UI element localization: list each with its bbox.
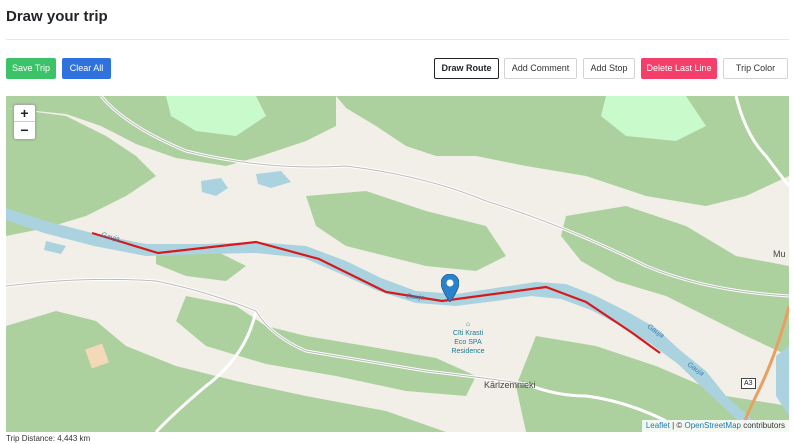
- road-shield-a3: A3: [741, 378, 756, 389]
- zoom-control: + −: [13, 104, 36, 140]
- map-tiles: [6, 96, 789, 432]
- zoom-out-button[interactable]: −: [14, 122, 35, 139]
- map[interactable]: + − ⌂ Cīti Krasti Eco SPA Residence Kārl…: [6, 96, 789, 432]
- page-title: Draw your trip: [6, 8, 108, 25]
- attribution-contributors: contributors: [740, 421, 785, 430]
- place-label-mu: Mu: [773, 249, 786, 259]
- osm-link[interactable]: OpenStreetMap: [684, 421, 740, 430]
- add-stop-button[interactable]: Add Stop: [583, 58, 635, 79]
- divider: [6, 39, 789, 40]
- forest-areas: [6, 96, 789, 432]
- draw-route-button[interactable]: Draw Route: [434, 58, 499, 79]
- spa-label-line3: Residence: [451, 348, 485, 355]
- clear-all-button[interactable]: Clear All: [62, 58, 111, 79]
- leaflet-link[interactable]: Leaflet: [646, 421, 670, 430]
- trip-distance: Trip Distance: 4,443 km: [6, 434, 91, 443]
- delete-last-line-button[interactable]: Delete Last Line: [641, 58, 717, 79]
- place-label-karlzemnieki: Kārlzemnieki: [484, 380, 536, 390]
- spa-label: ⌂ Cīti Krasti Eco SPA Residence: [446, 320, 490, 356]
- spa-label-line1: Cīti Krasti: [452, 330, 484, 337]
- add-comment-button[interactable]: Add Comment: [504, 58, 577, 79]
- save-trip-button[interactable]: Save Trip: [6, 58, 56, 79]
- map-marker-icon[interactable]: [441, 274, 459, 302]
- zoom-in-button[interactable]: +: [14, 105, 35, 122]
- river-label-gauja: Gauja: [405, 293, 425, 302]
- spa-label-line2: Eco SPA: [454, 339, 482, 346]
- spa-icon: ⌂: [465, 321, 471, 328]
- map-attribution: Leaflet | © OpenStreetMap contributors: [641, 420, 789, 432]
- trip-color-button[interactable]: Trip Color: [723, 58, 788, 79]
- attribution-separator: | ©: [669, 421, 685, 430]
